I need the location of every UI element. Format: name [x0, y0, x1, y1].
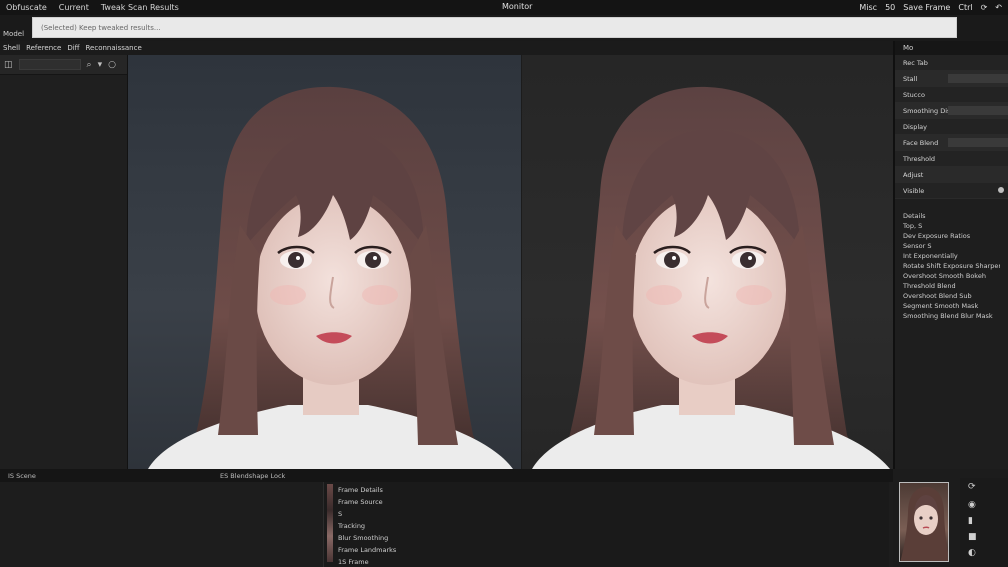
details-line: Top, S [903, 222, 923, 230]
property-label: Adjust [903, 171, 924, 179]
tab-shell[interactable]: Shell [3, 44, 20, 52]
property-row[interactable]: Stall [895, 71, 1008, 87]
property-row[interactable]: Visible [895, 183, 1008, 199]
property-label: Stall [903, 75, 918, 83]
frame-info-line: Tracking [338, 522, 366, 530]
frame-info-line: Blur Smoothing [338, 534, 389, 542]
menu-item-obfuscate[interactable]: Obfuscate [0, 3, 53, 12]
result-portrait-image [532, 86, 890, 469]
toggle-knob-icon[interactable] [998, 187, 1004, 193]
property-label: Smoothing Dist [903, 107, 953, 115]
property-row[interactable]: Adjust [895, 167, 1008, 183]
properties-panel: Mo Rec Tab Stall Stucco Smoothing Dist D… [893, 41, 1008, 469]
property-row[interactable]: Display [895, 119, 1008, 135]
contrast-icon[interactable]: ◐ [968, 548, 976, 558]
frame-info-line: S [338, 510, 343, 518]
result-viewport[interactable] [522, 55, 893, 469]
square-icon[interactable]: ■ [968, 532, 977, 542]
left-panel: ◫ ⌕ ▾ ○ [0, 55, 128, 469]
menu-item-save-frame[interactable]: Save Frame [903, 3, 950, 12]
zoom-icon[interactable]: ⌕ [87, 60, 92, 70]
property-row[interactable]: Stucco [895, 87, 1008, 103]
menu-item-50[interactable]: 50 [885, 3, 895, 12]
property-label: Threshold [903, 155, 936, 163]
property-label: Visible [903, 187, 925, 195]
circle-icon[interactable]: ○ [108, 60, 116, 70]
preview-thumbnail[interactable] [899, 482, 949, 562]
frame-info-panel: Frame Details Frame Source S Tracking Bl… [323, 482, 889, 567]
details-line: Int Exponentially [903, 252, 958, 260]
frame-info-line: Frame Details [338, 486, 383, 494]
property-label: Stucco [903, 91, 925, 99]
details-line: Rotate Shift Exposure Sharpen [903, 262, 1000, 270]
filter-icon[interactable]: ▾ [98, 60, 103, 70]
thumbnail-portrait-image [900, 487, 948, 561]
property-row[interactable]: Rec Tab [895, 55, 1008, 71]
frame-info-line: 1S Frame [338, 558, 369, 566]
property-row[interactable]: Face Blend [895, 135, 1008, 151]
scene-label: IS Scene [8, 471, 36, 480]
property-slider[interactable] [948, 138, 1008, 147]
menu-item-current[interactable]: Current [53, 3, 95, 12]
details-section: Details Top, S Dev Exposure Ratios Senso… [895, 207, 1008, 325]
window-title: Monitor [502, 2, 533, 11]
model-label: Model [3, 30, 25, 38]
details-line: Segment Smooth Mask [903, 302, 979, 310]
property-label: Display [903, 123, 927, 131]
undo-icon[interactable]: ↶ [995, 3, 1002, 12]
bottom-panel: Frame Details Frame Source S Tracking Bl… [0, 482, 893, 567]
tab-diff[interactable]: Diff [67, 44, 79, 52]
left-search-field[interactable] [18, 59, 81, 70]
refresh-icon[interactable]: ⟳ [968, 482, 976, 492]
stack-icon[interactable]: ◫ [4, 60, 13, 70]
properties-header: Mo [895, 41, 1008, 55]
property-row[interactable]: Threshold [895, 151, 1008, 167]
property-label: Face Blend [903, 139, 939, 147]
property-slider[interactable] [948, 106, 1008, 115]
tab-bar: Shell Reference Diff Reconnaissance [0, 41, 893, 55]
details-line: Details [903, 212, 926, 220]
frame-info-line: Frame Source [338, 498, 383, 506]
source-viewport[interactable] [128, 55, 521, 469]
frame-info-line: Frame Landmarks [338, 546, 397, 554]
bulb-icon[interactable]: ◉ [968, 500, 976, 510]
model-bar: Model [0, 15, 1008, 41]
frame-strip[interactable] [327, 484, 333, 562]
details-line: Overshoot Blend Sub [903, 292, 972, 300]
property-row[interactable]: Smoothing Dist [895, 103, 1008, 119]
menu-item-ctrl[interactable]: Ctrl [958, 3, 972, 12]
menu-right-group: Misc 50 Save Frame Ctrl ⟳ ↶ [859, 0, 1008, 15]
thumbnail-tools: ⟳ ◉ ▮ ■ ◐ [960, 478, 1008, 567]
menu-item-tweak[interactable]: Tweak Scan Results [95, 3, 185, 12]
blendshape-label[interactable]: ES Blendshape Lock [220, 472, 285, 480]
model-input[interactable] [32, 17, 957, 38]
details-line: Dev Exposure Ratios [903, 232, 971, 240]
tab-reconnaissance[interactable]: Reconnaissance [86, 44, 142, 52]
details-line: Overshoot Smooth Bokeh [903, 272, 986, 280]
details-line: Sensor S [903, 242, 932, 250]
menu-item-misc[interactable]: Misc [859, 3, 877, 12]
source-portrait-image [148, 86, 513, 469]
property-label: Rec Tab [903, 59, 928, 67]
menu-bar: Obfuscate Current Tweak Scan Results Mon… [0, 0, 1008, 15]
brush-icon[interactable]: ▮ [968, 516, 973, 526]
details-line: Threshold Blend [903, 282, 956, 290]
left-toolbar: ◫ ⌕ ▾ ○ [0, 55, 127, 75]
timeline-bar: IS Scene ES Blendshape Lock [0, 469, 893, 482]
tab-reference[interactable]: Reference [26, 44, 61, 52]
details-line: Smoothing Blend Blur Mask [903, 312, 993, 320]
property-slider[interactable] [948, 74, 1008, 83]
refresh-icon[interactable]: ⟳ [981, 3, 988, 12]
